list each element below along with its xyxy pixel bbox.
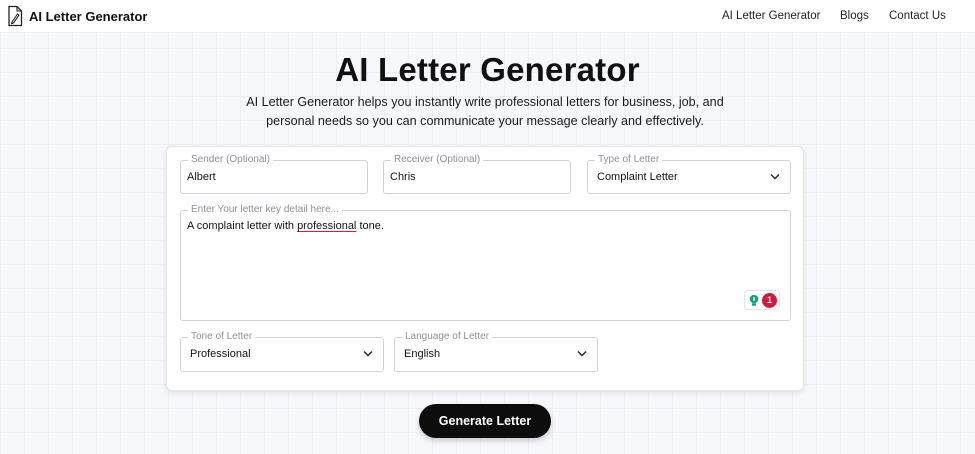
chevron-down-icon[interactable] bbox=[363, 350, 373, 357]
detail-text-start: A complaint letter with bbox=[187, 220, 298, 232]
tone-select[interactable]: Tone of Letter Professional bbox=[180, 331, 384, 372]
letter-detail-value[interactable]: A complaint letter with professional ton… bbox=[187, 220, 384, 232]
page-title: AI Letter Generator bbox=[335, 51, 640, 88]
language-label: Language of Letter bbox=[402, 331, 492, 343]
spelling-flagged-word[interactable]: professional bbox=[297, 220, 356, 232]
detail-text-end: tone. bbox=[356, 220, 384, 232]
letter-type-value[interactable]: Complaint Letter bbox=[597, 171, 678, 183]
letter-detail-label: Enter Your letter key detail here... bbox=[188, 204, 342, 216]
top-navbar: AI Letter Generator AI Letter Generator … bbox=[0, 0, 975, 33]
letter-type-select[interactable]: Type of Letter Complaint Letter bbox=[587, 154, 791, 194]
nav-ai-letter-generator[interactable]: AI Letter Generator bbox=[722, 10, 820, 22]
sender-value[interactable]: Albert bbox=[187, 171, 216, 183]
nav-blogs[interactable]: Blogs bbox=[840, 10, 869, 22]
tone-label: Tone of Letter bbox=[188, 331, 256, 343]
language-select[interactable]: Language of Letter English bbox=[394, 331, 598, 372]
page-description: AI Letter Generator helps you instantly … bbox=[246, 95, 724, 128]
document-pen-icon[interactable] bbox=[6, 5, 23, 27]
nav-contact-us[interactable]: Contact Us bbox=[889, 10, 946, 22]
sender-field[interactable]: Sender (Optional) Albert bbox=[180, 154, 368, 194]
lightbulb-icon[interactable] bbox=[748, 294, 760, 307]
letter-form-card: Sender (Optional) Albert Receiver (Optio… bbox=[166, 146, 804, 391]
tone-value[interactable]: Professional bbox=[190, 348, 251, 360]
grammar-assistant-widget[interactable]: 1 bbox=[744, 290, 780, 310]
issue-count-badge[interactable]: 1 bbox=[762, 293, 777, 308]
receiver-field[interactable]: Receiver (Optional) Chris bbox=[383, 154, 571, 194]
receiver-value[interactable]: Chris bbox=[390, 171, 416, 183]
generate-letter-button[interactable]: Generate Letter bbox=[419, 404, 551, 438]
chevron-down-icon[interactable] bbox=[770, 173, 780, 180]
receiver-label: Receiver (Optional) bbox=[391, 154, 484, 166]
brand-name[interactable]: AI Letter Generator bbox=[29, 9, 147, 24]
sender-label: Sender (Optional) bbox=[188, 154, 273, 166]
chevron-down-icon[interactable] bbox=[577, 350, 587, 357]
letter-type-label: Type of Letter bbox=[595, 154, 663, 166]
language-value[interactable]: English bbox=[404, 348, 440, 360]
letter-detail-textarea[interactable]: Enter Your letter key detail here... A c… bbox=[180, 204, 791, 321]
